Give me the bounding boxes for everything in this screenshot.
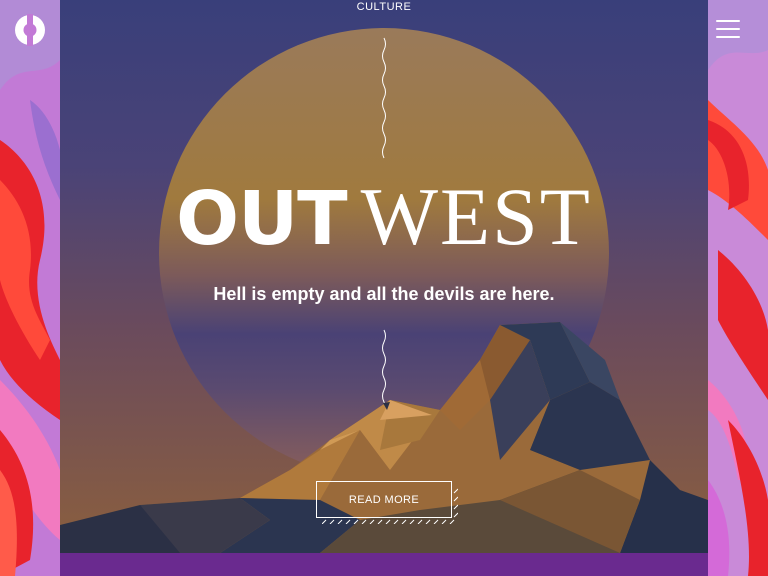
- headline-word-out: OUT: [176, 176, 347, 262]
- headline: OUT WEST: [60, 172, 708, 285]
- category-label[interactable]: CULTURE: [60, 0, 708, 14]
- read-more-button[interactable]: READ MORE: [316, 481, 452, 518]
- left-abstract-art: [0, 0, 60, 576]
- right-abstract-art: [708, 0, 768, 576]
- footer-strip: [60, 553, 708, 576]
- headline-word-west: WEST: [360, 171, 592, 262]
- subtitle: Hell is empty and all the devils are her…: [213, 284, 555, 304]
- hamburger-menu-icon[interactable]: [716, 18, 742, 40]
- hero-panel: CULTURE OUT WEST Hell is empty and all th…: [60, 0, 708, 553]
- page: CULTURE OUT WEST Hell is empty and all th…: [0, 0, 768, 576]
- brand-logo-icon[interactable]: [14, 14, 46, 46]
